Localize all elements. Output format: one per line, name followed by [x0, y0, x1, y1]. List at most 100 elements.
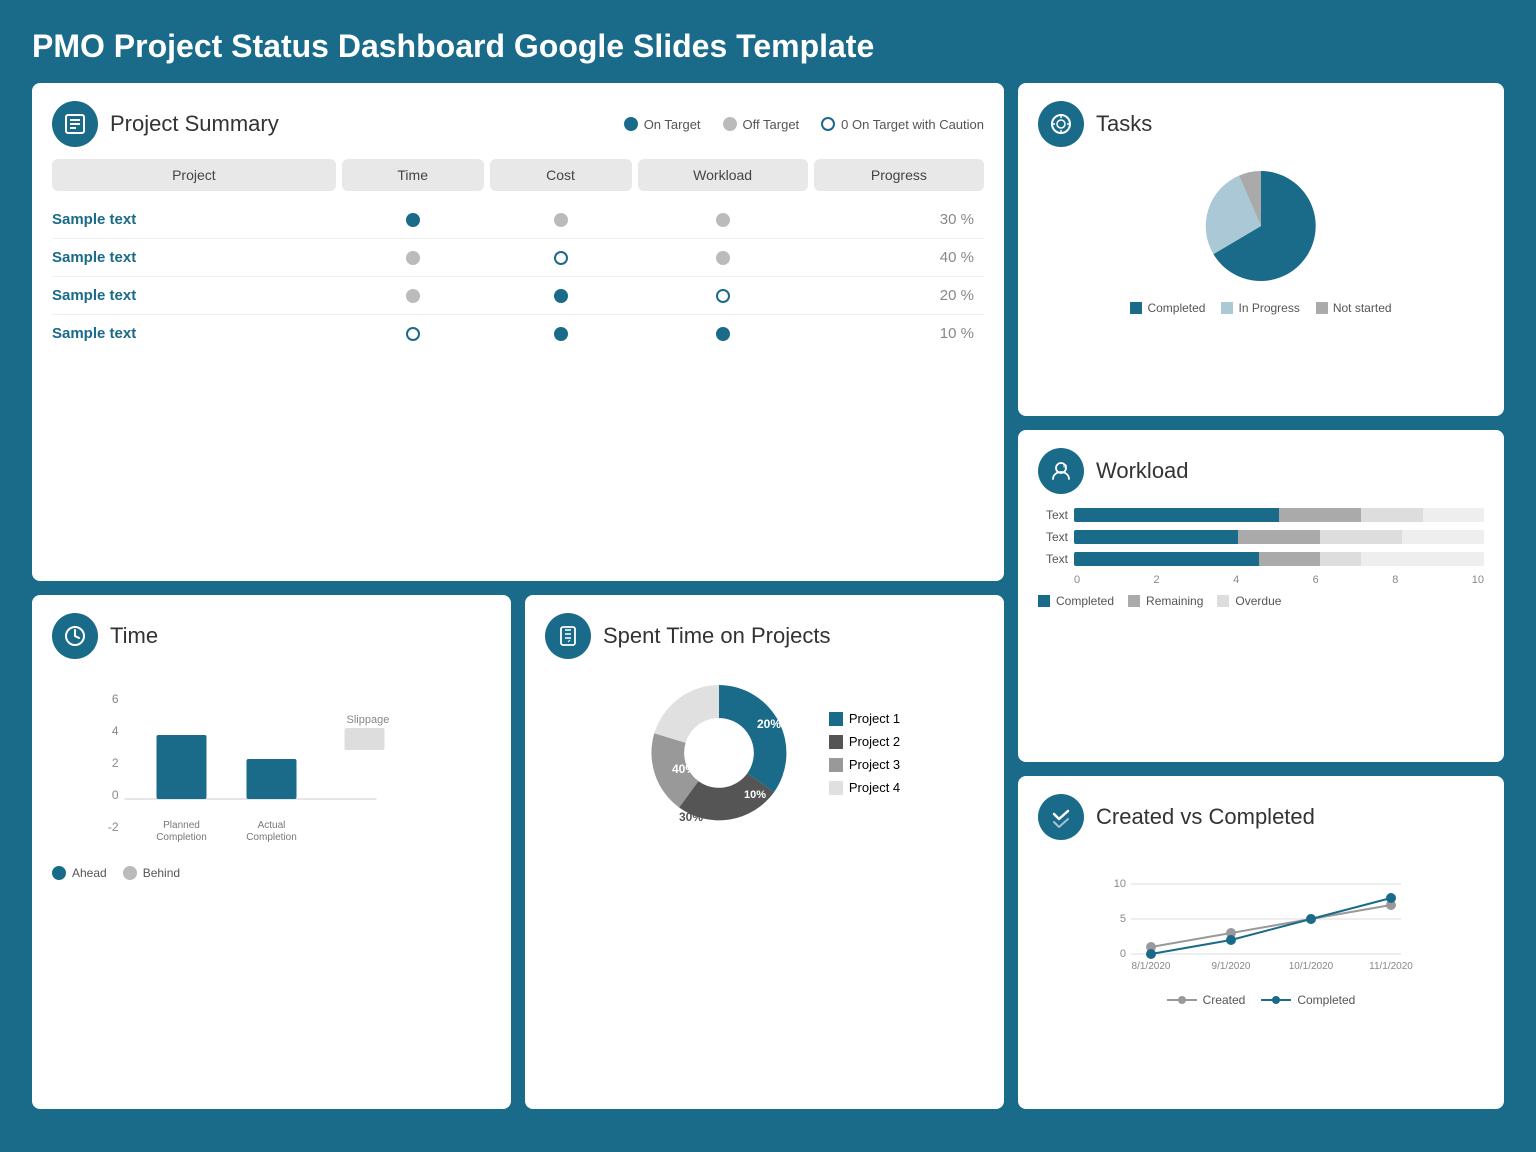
actual-bar	[247, 759, 297, 799]
svg-text:20%: 20%	[757, 717, 781, 731]
workload-bar-track	[1074, 530, 1484, 544]
svg-text:5: 5	[1120, 913, 1126, 925]
created-completed-legend: Created Completed	[1038, 993, 1484, 1007]
created-completed-header: Created vs Completed	[1038, 794, 1484, 840]
svg-text:0: 0	[1120, 948, 1126, 960]
dashboard: Project Summary On Target Off Target 0 O…	[32, 83, 1504, 1109]
legend-on-target: On Target	[624, 117, 701, 132]
in-progress-legend-color	[1221, 302, 1233, 314]
time-header: Time	[52, 613, 491, 659]
ps-header: Project Summary On Target Off Target 0 O…	[52, 101, 984, 147]
svg-text:9/1/2020: 9/1/2020	[1212, 961, 1251, 972]
workload-icon	[1038, 448, 1084, 494]
col-time: Time	[342, 159, 484, 191]
svg-text:2: 2	[112, 756, 119, 770]
svg-text:11/1/2020: 11/1/2020	[1369, 961, 1413, 972]
project2-color	[829, 735, 843, 749]
time-bar-chart: 6 4 2 0 -2 Planned Completion Actual Com…	[52, 673, 491, 853]
tasks-pie-container: Completed In Progress Not started	[1038, 161, 1484, 315]
bottom-panel: Time 6 4 2 0 -2 Planned Completion	[32, 595, 1004, 1109]
planned-bar	[157, 735, 207, 799]
project4-color	[829, 781, 843, 795]
project1-color	[829, 712, 843, 726]
time-chart-container: 6 4 2 0 -2 Planned Completion Actual Com…	[52, 673, 491, 880]
created-completed-title: Created vs Completed	[1096, 804, 1315, 830]
workload-header: Workload	[1038, 448, 1484, 494]
project-summary-icon	[52, 101, 98, 147]
col-workload: Workload	[638, 159, 808, 191]
created-line-icon	[1167, 994, 1197, 1006]
row4-workload-dot	[716, 327, 730, 341]
tasks-card: Tasks	[1018, 83, 1504, 416]
svg-text:30%: 30%	[679, 810, 703, 824]
svg-text:-2: -2	[108, 820, 119, 834]
page-title: PMO Project Status Dashboard Google Slid…	[32, 28, 1504, 65]
workload-legend: Completed Remaining Overdue	[1038, 594, 1484, 608]
tasks-pie-chart	[1181, 161, 1341, 291]
workload-title: Workload	[1096, 458, 1189, 484]
workload-completed-seg	[1074, 508, 1279, 522]
workload-bar-row: Text	[1038, 552, 1484, 566]
ps-table: Project Time Cost Workload Progress Samp…	[52, 159, 984, 352]
row1-workload-dot	[716, 213, 730, 227]
svg-text:10: 10	[1114, 878, 1126, 890]
spent-time-title: Spent Time on Projects	[603, 623, 830, 649]
workload-bar-row: Text	[1038, 530, 1484, 544]
time-card: Time 6 4 2 0 -2 Planned Completion	[32, 595, 511, 1109]
spent-time-icon	[545, 613, 591, 659]
time-legend: Ahead Behind	[52, 866, 491, 880]
workload-bar-row: Text	[1038, 508, 1484, 522]
row4-time-dot	[406, 327, 420, 341]
on-target-caution-dot	[821, 117, 835, 131]
project3-color	[829, 758, 843, 772]
tasks-header: Tasks	[1038, 101, 1484, 147]
not-started-legend-color	[1316, 302, 1328, 314]
ahead-dot	[52, 866, 66, 880]
svg-text:4: 4	[112, 724, 119, 738]
svg-text:6: 6	[112, 692, 119, 706]
workload-card: Workload Text Text	[1018, 430, 1504, 763]
donut-legend: Project 1 Project 2 Project 3 Project 4	[829, 711, 900, 795]
svg-text:10%: 10%	[744, 789, 766, 801]
spent-time-card: Spent Time on Projects	[525, 595, 1004, 1109]
row2-workload-dot	[716, 251, 730, 265]
tasks-icon	[1038, 101, 1084, 147]
project-summary-title: Project Summary	[110, 111, 279, 137]
svg-text:Planned: Planned	[163, 820, 200, 831]
legend-on-target-caution: 0 On Target with Caution	[821, 117, 984, 132]
ps-table-header: Project Time Cost Workload Progress	[52, 159, 984, 191]
row1-cost-dot	[554, 213, 568, 227]
row2-cost-dot	[554, 251, 568, 265]
legend-completed: Completed	[1130, 301, 1205, 315]
table-row: Sample text 30 %	[52, 201, 984, 239]
table-row: Sample text 10 %	[52, 315, 984, 352]
workload-chart: Text Text Text	[1038, 508, 1484, 608]
table-row: Sample text 40 %	[52, 239, 984, 277]
behind-dot	[123, 866, 137, 880]
workload-axis: 0 2 4 6 8 10	[1038, 574, 1484, 586]
col-cost: Cost	[490, 159, 632, 191]
completed-legend-color	[1130, 302, 1142, 314]
svg-text:40%: 40%	[672, 762, 696, 776]
right-panel: Tasks	[1018, 83, 1504, 1109]
svg-text:0: 0	[112, 788, 119, 802]
time-title: Time	[110, 623, 158, 649]
svg-text:Actual: Actual	[258, 820, 286, 831]
on-target-dot	[624, 117, 638, 131]
row3-time-dot	[406, 289, 420, 303]
row1-time-dot	[406, 213, 420, 227]
row3-workload-dot	[716, 289, 730, 303]
legend-off-target: Off Target	[723, 117, 800, 132]
legend-in-progress: In Progress	[1221, 301, 1299, 315]
svg-text:Completion: Completion	[246, 832, 297, 843]
spent-time-header: Spent Time on Projects	[545, 613, 984, 659]
workload-remaining-color	[1128, 595, 1140, 607]
workload-overdue-color	[1217, 595, 1229, 607]
svg-text:8/1/2020: 8/1/2020	[1132, 961, 1171, 972]
tasks-pie-legend: Completed In Progress Not started	[1130, 301, 1391, 315]
row3-cost-dot	[554, 289, 568, 303]
off-target-dot	[723, 117, 737, 131]
svg-text:Slippage: Slippage	[347, 714, 390, 726]
workload-overdue-seg	[1361, 508, 1423, 522]
created-completed-card: Created vs Completed 0 5 10	[1018, 776, 1504, 1109]
